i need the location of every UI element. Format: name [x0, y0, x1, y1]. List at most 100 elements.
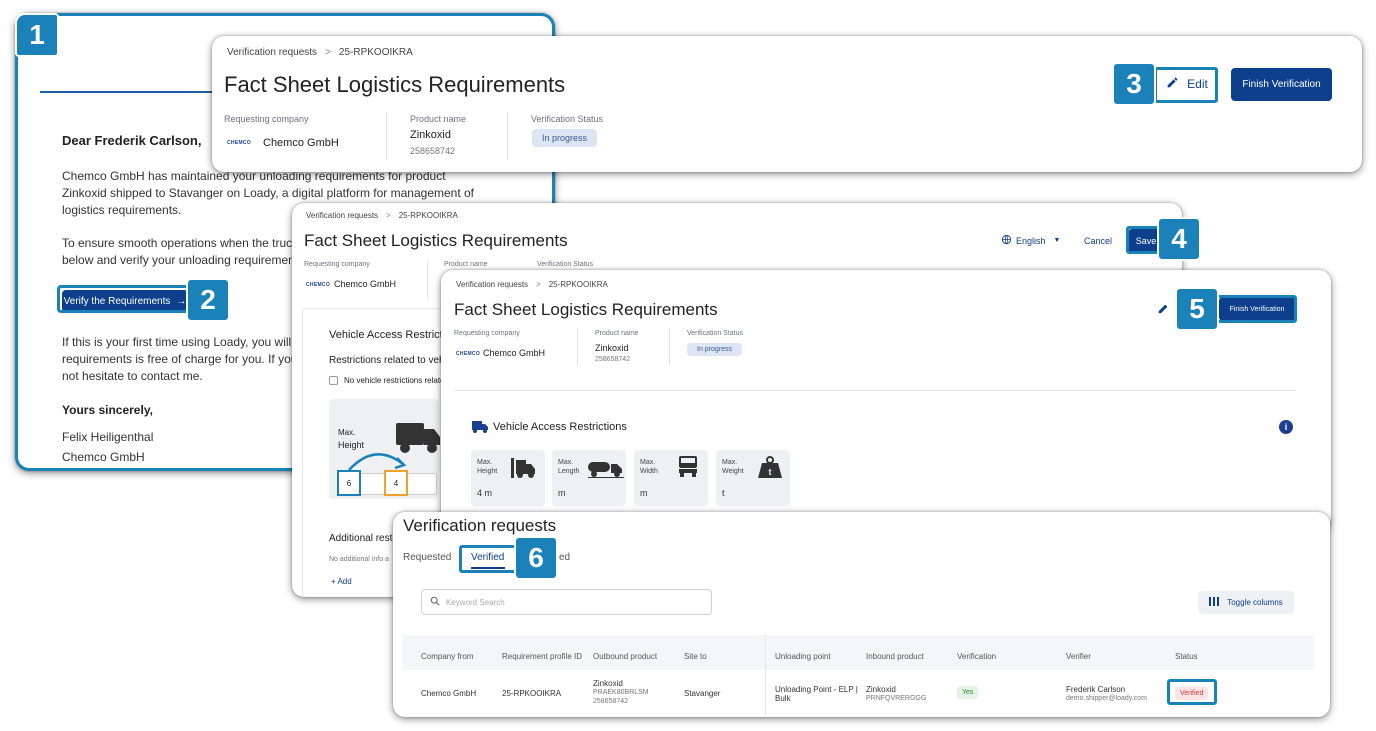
add-button[interactable]: + Add: [331, 577, 352, 586]
tile-dimension-label: Height: [477, 468, 498, 475]
divider: [669, 328, 670, 366]
no-restrictions-label: No vehicle restrictions relate: [344, 376, 445, 385]
page-title: Fact Sheet Logistics Requirements: [224, 72, 566, 97]
step-badge-1: 1: [15, 13, 59, 57]
email-paragraph-3a: If this is your first time using Loady, …: [62, 335, 292, 349]
section-divider: [454, 390, 1296, 391]
requesting-company-label: Requesting company: [224, 114, 309, 124]
no-restrictions-checkbox[interactable]: [329, 376, 338, 385]
breadcrumb-current: 25-RPKOOIKRA: [338, 47, 413, 58]
fact-sheet-header-card: Verification requests >25-RPKOOIKRA Fact …: [212, 36, 1362, 172]
tile-max-label: Max.: [477, 459, 493, 466]
breadcrumb: Verification requests >25-RPKOOIKRA: [227, 47, 413, 58]
pencil-icon[interactable]: [1157, 301, 1171, 320]
tab-rejected[interactable]: ed: [559, 552, 570, 563]
outbound-product-code: PRAEK80BRLSM: [593, 689, 649, 696]
page-title: Fact Sheet Logistics Requirements: [304, 231, 568, 250]
tile-value: m: [558, 488, 566, 498]
cell-company: Chemco GmbH: [421, 689, 477, 698]
email-company: Chemco GmbH: [62, 450, 145, 464]
tile-max-label: Max.: [640, 459, 656, 466]
tile-dimension-label: Width: [640, 468, 658, 475]
product-name-label: Product name: [595, 330, 639, 337]
column-header: Verifier: [1066, 652, 1091, 661]
verification-status-label: Verification Status: [687, 330, 744, 337]
cell-site-to: Stavanger: [684, 689, 721, 698]
verification-status-label: Verification Status: [537, 261, 594, 268]
language-label: English: [1016, 235, 1046, 246]
tile-max-label: Max.: [722, 459, 738, 466]
tile-dimension-label: Length: [558, 468, 580, 475]
breadcrumb-link[interactable]: Verification requests: [456, 280, 528, 289]
breadcrumb-link[interactable]: Verification requests: [227, 47, 317, 58]
product-name: Zinkoxid: [410, 129, 451, 141]
truck-icon: [511, 458, 537, 483]
unloading-point-line-1: Unloading Point - ELP |: [775, 685, 858, 694]
status-highlight: [1167, 679, 1217, 705]
inbound-product-name: Zinkoxid: [866, 685, 896, 694]
truck-front-icon: [678, 456, 698, 483]
email-paragraph-2b: below and verify your unloading requirem…: [62, 253, 299, 267]
column-header: Company from: [421, 652, 474, 661]
search-placeholder: Keyword Search: [446, 597, 505, 607]
tanker-truck-icon: [588, 460, 624, 483]
email-paragraph-3b: requirements is free of charge for you. …: [62, 352, 298, 366]
breadcrumb: Verification requests >25-RPKOOIKRA: [306, 211, 458, 220]
cell-unloading-point: Unloading Point - ELP | Bulk: [775, 685, 858, 703]
tab-requested[interactable]: Requested: [403, 552, 451, 563]
height-input-metres[interactable]: 6: [337, 470, 361, 496]
cell-outbound-product: Zinkoxid PRAEK80BRLSM 258658742: [593, 679, 649, 706]
verify-button-highlight: [57, 285, 189, 313]
finish-verification-button[interactable]: Finish Verification: [1231, 68, 1332, 101]
max-label: Max.: [338, 428, 356, 437]
chevron-right-icon: >: [536, 280, 541, 289]
step-badge-6: 6: [514, 536, 558, 580]
status-badge: In progress: [532, 129, 598, 147]
page-title: Verification requests: [403, 516, 557, 535]
toggle-columns-button[interactable]: Toggle columns: [1198, 591, 1294, 614]
column-header: Inbound product: [866, 652, 924, 661]
language-select[interactable]: English ▼: [1001, 234, 1060, 247]
truck-icon: [472, 420, 488, 438]
column-header: Site to: [684, 652, 707, 661]
company-logo: CHEMCO: [306, 282, 331, 288]
tile-value: 4 m: [477, 488, 493, 498]
requesting-company-label: Requesting company: [454, 330, 520, 337]
search-icon: [430, 593, 440, 611]
step-badge-4: 4: [1157, 217, 1201, 261]
verified-tab-highlight: [459, 545, 519, 573]
company-name: Chemco GmbH: [263, 137, 339, 149]
height-input-value[interactable]: 4: [384, 470, 408, 496]
company-name: Chemco GmbH: [334, 279, 397, 289]
max-weight-tile: Max. Weight t t: [716, 450, 790, 506]
column-header: Status: [1175, 652, 1198, 661]
verifier-name: Frederik Carlson: [1066, 685, 1126, 694]
cell-profile-id: 25-RPKOOIKRA: [502, 689, 562, 698]
restrictions-label: Restrictions related to vehi: [329, 355, 447, 366]
product-name-label: Product name: [410, 114, 467, 124]
step-badge-2: 2: [186, 278, 230, 322]
breadcrumb-link[interactable]: Verification requests: [306, 211, 378, 220]
divider: [577, 328, 578, 366]
unloading-point-line-2: Bulk: [775, 694, 791, 703]
max-width-tile: Max. Width m: [634, 450, 708, 506]
info-icon[interactable]: i: [1279, 420, 1293, 434]
max-height-tile: Max. Height 4 m: [471, 450, 545, 506]
email-greeting: Dear Frederik Carlson,: [62, 133, 202, 148]
email-paragraph-3c: not hesitate to contact me.: [62, 369, 203, 383]
step-badge-3: 3: [1112, 62, 1156, 106]
tile-value: m: [640, 488, 648, 498]
cancel-button[interactable]: Cancel: [1084, 236, 1112, 246]
tile-max-label: Max.: [558, 459, 574, 466]
column-header: Verification: [957, 652, 997, 661]
product-id: 258658742: [595, 356, 631, 363]
company-name: Chemco GmbH: [483, 348, 546, 358]
divider: [507, 112, 508, 160]
columns-icon: [1209, 597, 1220, 608]
page-title: Fact Sheet Logistics Requirements: [454, 300, 718, 319]
search-input[interactable]: Keyword Search: [421, 589, 712, 615]
product-name-label: Product name: [444, 261, 488, 268]
finish-verification-highlight: [1216, 295, 1297, 323]
column-header: Outbound product: [593, 652, 658, 661]
weight-icon: t: [758, 456, 782, 483]
